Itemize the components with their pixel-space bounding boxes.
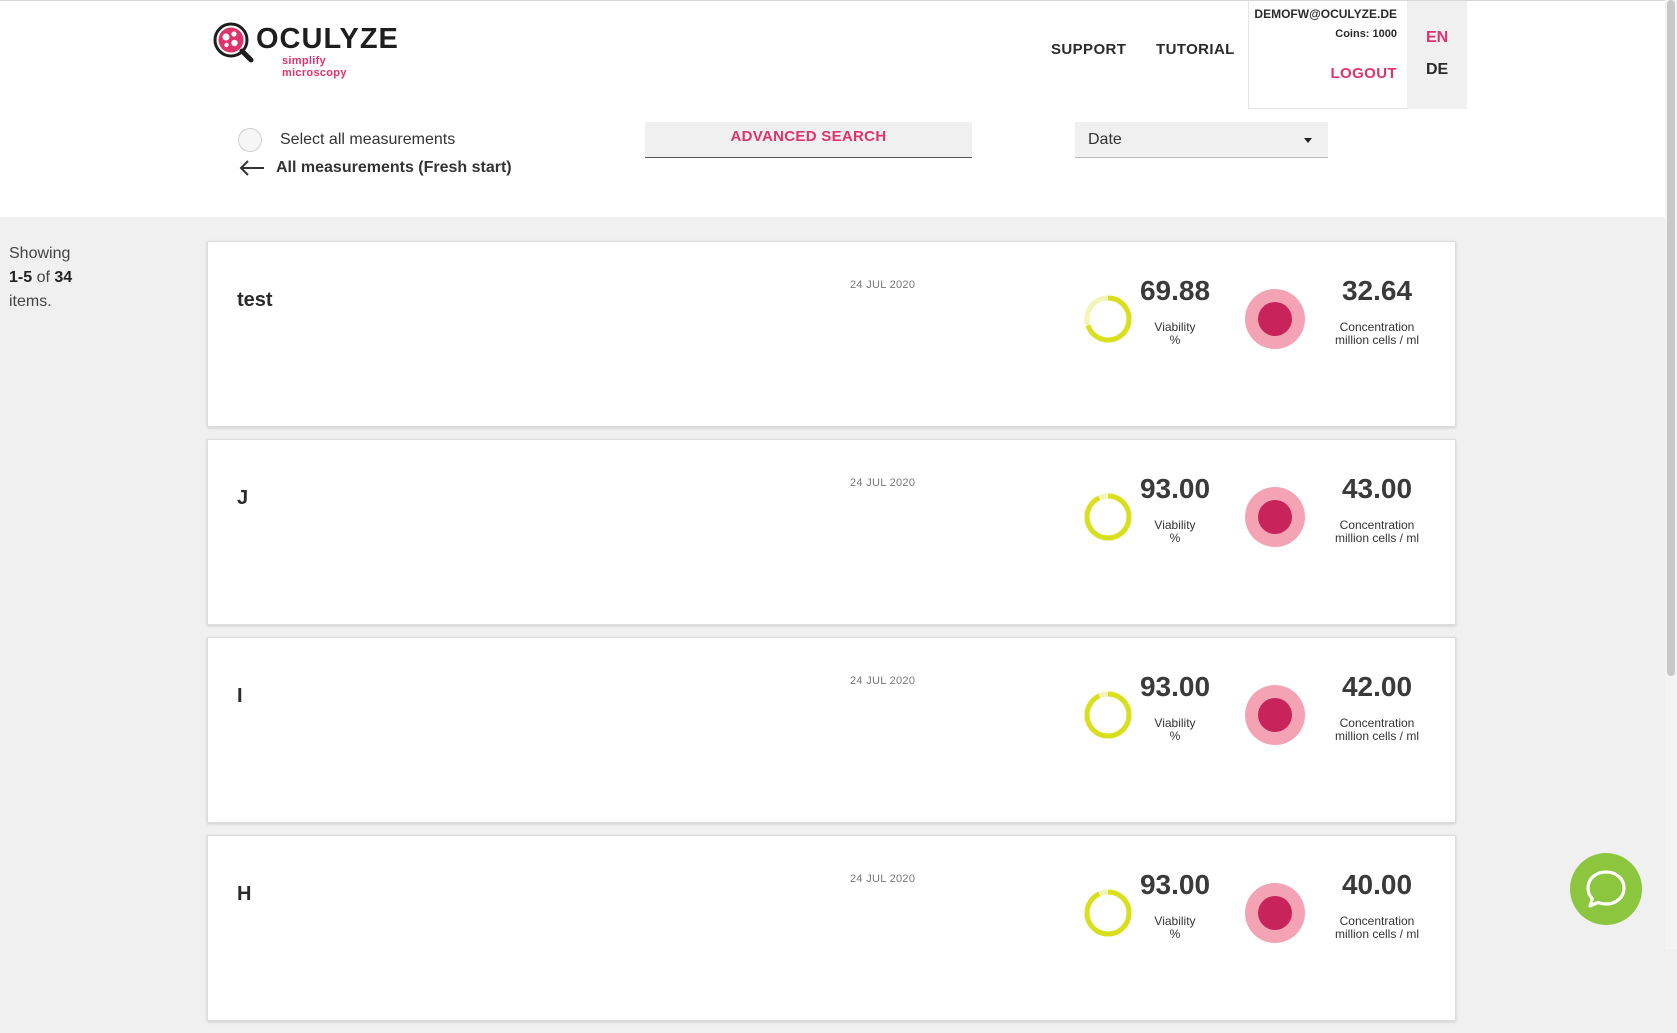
- measurement-card[interactable]: H 24 JUL 2020 93.00 Viability % 40.00 Co…: [207, 835, 1456, 1021]
- concentration-value: 40.00: [1341, 869, 1413, 900]
- top-header: OCULYZE simplify microscopy SUPPORT TUTO…: [0, 0, 1665, 217]
- viability-value: 93.00: [1139, 473, 1211, 504]
- measurement-title: test: [237, 289, 273, 311]
- concentration-value: 32.64: [1341, 275, 1413, 306]
- concentration-dot-icon: [1245, 487, 1305, 547]
- measurement-date: 24 JUL 2020: [850, 279, 916, 291]
- arrow-left-icon: [239, 160, 264, 176]
- concentration-unit: million cells / ml: [1334, 333, 1419, 347]
- viability-unit: %: [1169, 333, 1181, 347]
- logo-tagline: simplify microscopy: [282, 55, 347, 79]
- viability-label: Viability %: [1128, 321, 1222, 347]
- pagination-of: of: [36, 269, 50, 286]
- concentration-value: 42.00: [1341, 671, 1413, 702]
- user-email: DEMOFW@OCULYZE.DE: [1254, 7, 1397, 21]
- logo-wordmark: OCULYZE: [256, 23, 399, 55]
- measurement-date: 24 JUL 2020: [850, 477, 916, 489]
- advanced-search-button[interactable]: ADVANCED SEARCH: [645, 122, 972, 158]
- viability-unit: %: [1169, 729, 1181, 743]
- concentration-unit: million cells / ml: [1334, 729, 1419, 743]
- select-all-label: Select all measurements: [280, 131, 456, 148]
- user-panel: DEMOFW@OCULYZE.DE Coins: 1000 LOGOUT: [1248, 1, 1408, 109]
- measurement-title: I: [237, 685, 243, 707]
- measurement-card[interactable]: test 24 JUL 2020 69.88 Viability % 32.64…: [207, 241, 1456, 427]
- chat-bubble-icon: [1586, 870, 1626, 908]
- viability-value: 93.00: [1139, 869, 1211, 900]
- user-coins: Coins: 1000: [1335, 28, 1397, 40]
- back-to-all-measurements-link[interactable]: All measurements (Fresh start): [239, 159, 512, 177]
- measurement-date: 24 JUL 2020: [850, 873, 916, 885]
- caret-down-icon: [1304, 138, 1312, 143]
- sort-select[interactable]: Date: [1075, 122, 1328, 158]
- concentration-label: Concentration million cells / ml: [1308, 915, 1446, 941]
- select-all-radio[interactable]: [238, 128, 262, 152]
- measurement-list: test 24 JUL 2020 69.88 Viability % 32.64…: [207, 241, 1456, 1033]
- oculyze-logo[interactable]: OCULYZE simplify microscopy: [212, 21, 398, 79]
- concentration-label: Concentration million cells / ml: [1308, 717, 1446, 743]
- nav-tutorial-link[interactable]: TUTORIAL: [1156, 41, 1235, 58]
- pagination-suffix: items.: [9, 293, 52, 310]
- viability-label: Viability %: [1128, 915, 1222, 941]
- viability-ring-icon: [1084, 691, 1132, 739]
- language-en-link[interactable]: EN: [1426, 29, 1448, 47]
- measurement-title: J: [237, 487, 249, 509]
- pagination-total: 34: [54, 269, 73, 286]
- concentration-dot-icon: [1245, 289, 1305, 349]
- viability-unit: %: [1169, 927, 1181, 941]
- chat-button[interactable]: [1570, 853, 1642, 925]
- concentration-value: 43.00: [1341, 473, 1413, 504]
- concentration-unit: million cells / ml: [1334, 927, 1419, 941]
- viability-label: Viability %: [1128, 717, 1222, 743]
- viability-value: 69.88: [1139, 275, 1211, 306]
- back-link-label: All measurements (Fresh start): [276, 159, 512, 176]
- concentration-label: Concentration million cells / ml: [1308, 321, 1446, 347]
- concentration-label: Concentration million cells / ml: [1308, 519, 1446, 545]
- viability-ring-icon: [1084, 295, 1132, 343]
- language-de-link[interactable]: DE: [1426, 61, 1448, 79]
- viability-unit: %: [1169, 531, 1181, 545]
- concentration-dot-icon: [1245, 883, 1305, 943]
- concentration-dot-icon: [1245, 685, 1305, 745]
- concentration-unit: million cells / ml: [1334, 531, 1419, 545]
- viability-ring-icon: [1084, 889, 1132, 937]
- logout-link[interactable]: LOGOUT: [1330, 65, 1397, 82]
- measurement-card[interactable]: J 24 JUL 2020 93.00 Viability % 43.00 Co…: [207, 439, 1456, 625]
- viability-ring-icon: [1084, 493, 1132, 541]
- page-scrollbar[interactable]: [1665, 0, 1677, 949]
- scrollbar-thumb[interactable]: [1667, 0, 1675, 676]
- viability-label: Viability %: [1128, 519, 1222, 545]
- language-switcher: EN DE: [1407, 1, 1467, 109]
- nav-support-link[interactable]: SUPPORT: [1051, 41, 1126, 58]
- viability-value: 93.00: [1139, 671, 1211, 702]
- measurement-title: H: [237, 883, 252, 905]
- pagination-prefix: Showing: [9, 245, 71, 262]
- pagination-range: 1-5: [9, 269, 33, 286]
- measurement-card[interactable]: I 24 JUL 2020 93.00 Viability % 42.00 Co…: [207, 637, 1456, 823]
- magnifier-cell-icon: [213, 22, 254, 63]
- select-all-measurements[interactable]: Select all measurements: [238, 127, 455, 153]
- sort-selected-value: Date: [1088, 131, 1122, 148]
- measurement-date: 24 JUL 2020: [850, 675, 916, 687]
- pagination-summary: Showing 1-5 of 34 items.: [9, 242, 99, 314]
